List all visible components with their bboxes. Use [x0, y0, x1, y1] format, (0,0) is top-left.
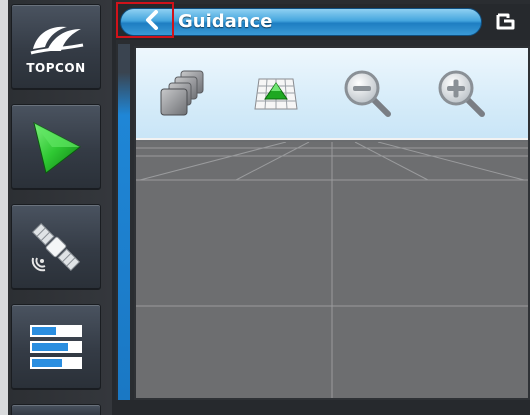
- sidebar: TOPCON: [0, 0, 116, 415]
- field-map-button[interactable]: [244, 62, 308, 126]
- settings-bars-icon: [30, 325, 82, 369]
- bottom-bar: [116, 400, 530, 415]
- zoom-out-icon: [344, 70, 391, 117]
- window-toggle-icon: [496, 13, 515, 30]
- topcon-logo-button[interactable]: TOPCON: [11, 4, 101, 90]
- zoom-in-button[interactable]: [430, 62, 494, 126]
- status-strip: [118, 44, 130, 400]
- view-toolbar: [136, 48, 528, 140]
- window-toggle-button[interactable]: [492, 9, 520, 35]
- satellite-icon: [31, 222, 81, 272]
- play-triangle-icon: [33, 122, 81, 174]
- zoom-out-button[interactable]: [336, 62, 400, 126]
- layers-button[interactable]: [150, 62, 214, 126]
- main-panel: Guidance: [116, 0, 530, 415]
- field-grid: [136, 142, 528, 398]
- field-map-icon: [254, 78, 298, 110]
- back-button[interactable]: [116, 2, 174, 38]
- chevron-left-icon: [146, 10, 158, 30]
- title-pill: [120, 8, 482, 36]
- zoom-in-icon: [438, 70, 485, 117]
- gps-satellite-button[interactable]: [11, 204, 101, 290]
- page-title: Guidance: [178, 11, 273, 32]
- guidance-view[interactable]: [134, 46, 530, 400]
- logo-text: TOPCON: [26, 61, 86, 75]
- settings-bars-button[interactable]: [11, 304, 101, 390]
- extra-menu-button[interactable]: [11, 404, 101, 415]
- topcon-logo-icon: [30, 26, 84, 55]
- guidance-play-button[interactable]: [11, 104, 101, 190]
- layers-icon: [160, 70, 204, 116]
